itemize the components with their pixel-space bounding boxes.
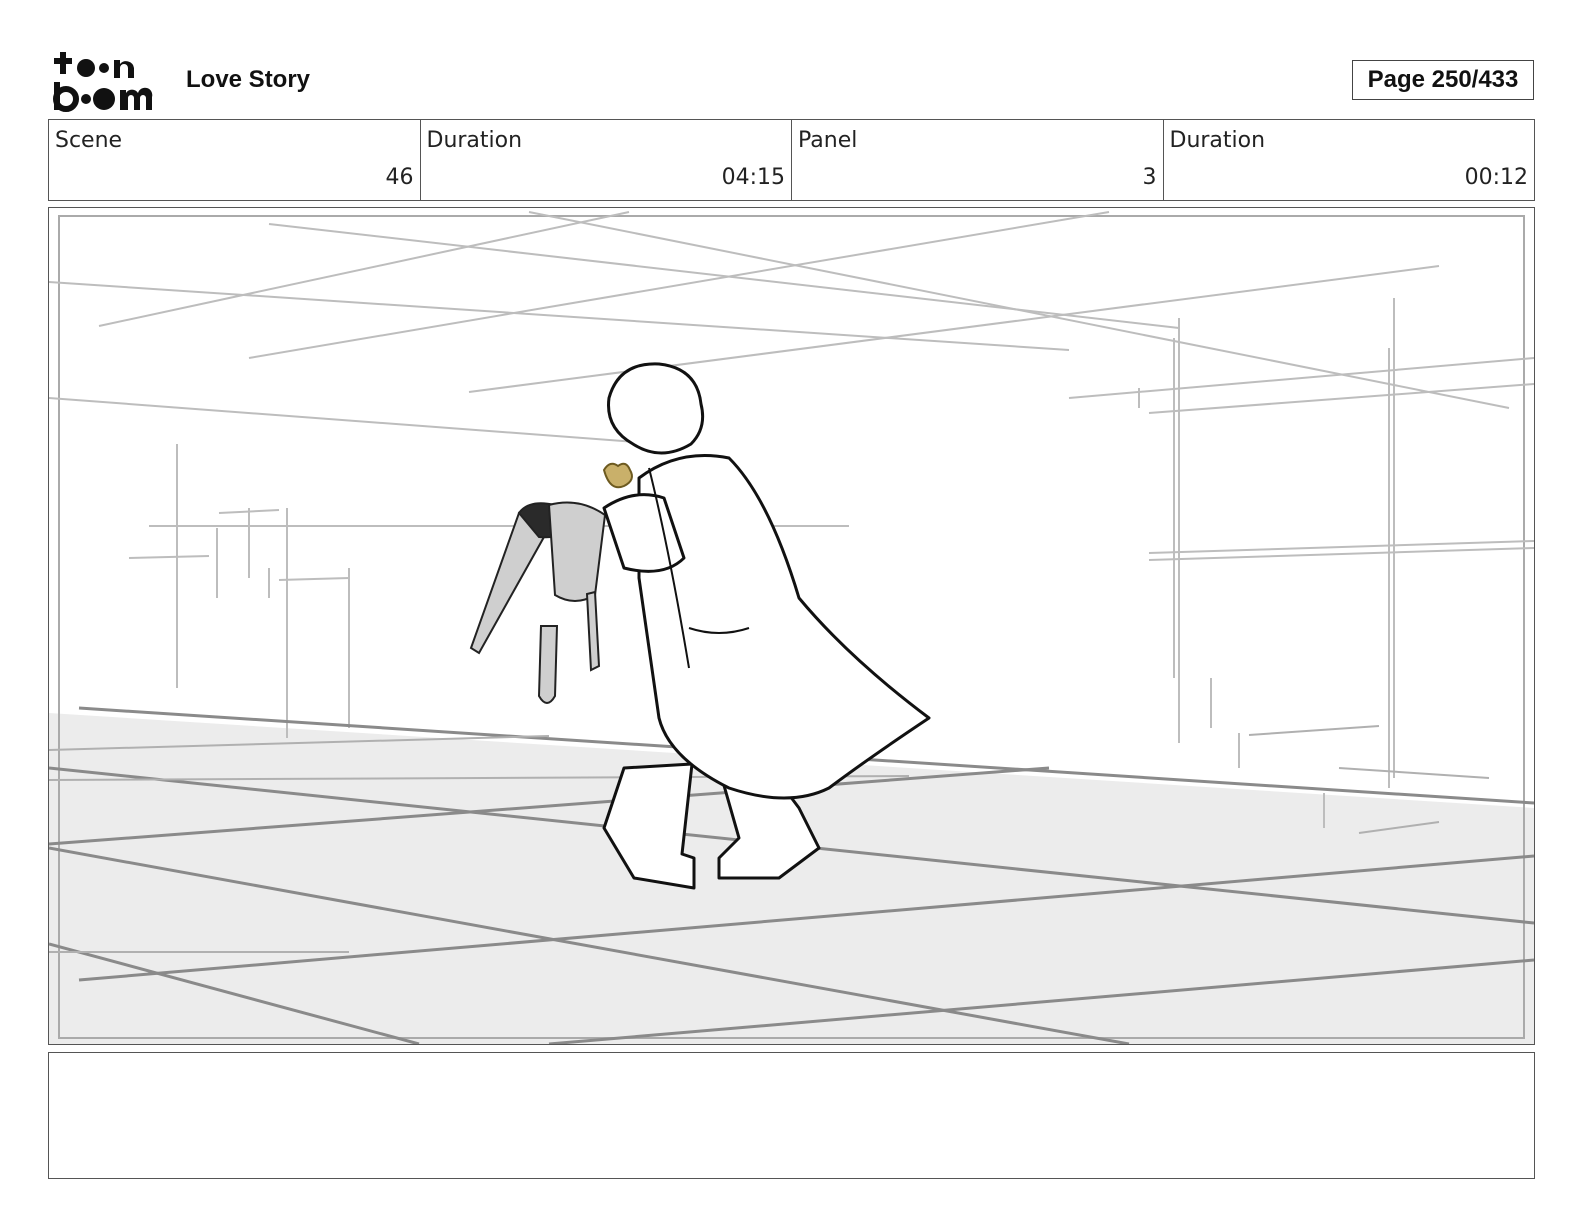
toon-boom-logo — [52, 50, 164, 112]
scene-value: 46 — [385, 165, 414, 190]
project-title: Love Story — [186, 66, 311, 93]
storyboard-sketch — [49, 211, 1534, 1044]
page-indicator: Page 250/433 — [1352, 60, 1534, 100]
panel-cell: Panel 3 — [792, 120, 1164, 200]
panel-label: Panel — [798, 128, 858, 153]
scene-info-table: Scene 46 Duration 04:15 Panel 3 Duration… — [48, 119, 1535, 201]
storyboard-panel — [48, 207, 1535, 1045]
scene-duration-cell: Duration 04:15 — [421, 120, 792, 200]
panel-duration-label: Duration — [1169, 128, 1266, 153]
panel-duration-cell: Duration 00:12 — [1164, 120, 1535, 200]
panel-duration-value: 00:12 — [1464, 165, 1528, 190]
scene-label: Scene — [55, 128, 123, 153]
scene-duration-value: 04:15 — [721, 165, 785, 190]
scene-duration-label: Duration — [426, 128, 523, 153]
scene-cell: Scene 46 — [49, 120, 421, 200]
panel-value: 3 — [1142, 165, 1157, 190]
panel-notes — [48, 1052, 1535, 1179]
